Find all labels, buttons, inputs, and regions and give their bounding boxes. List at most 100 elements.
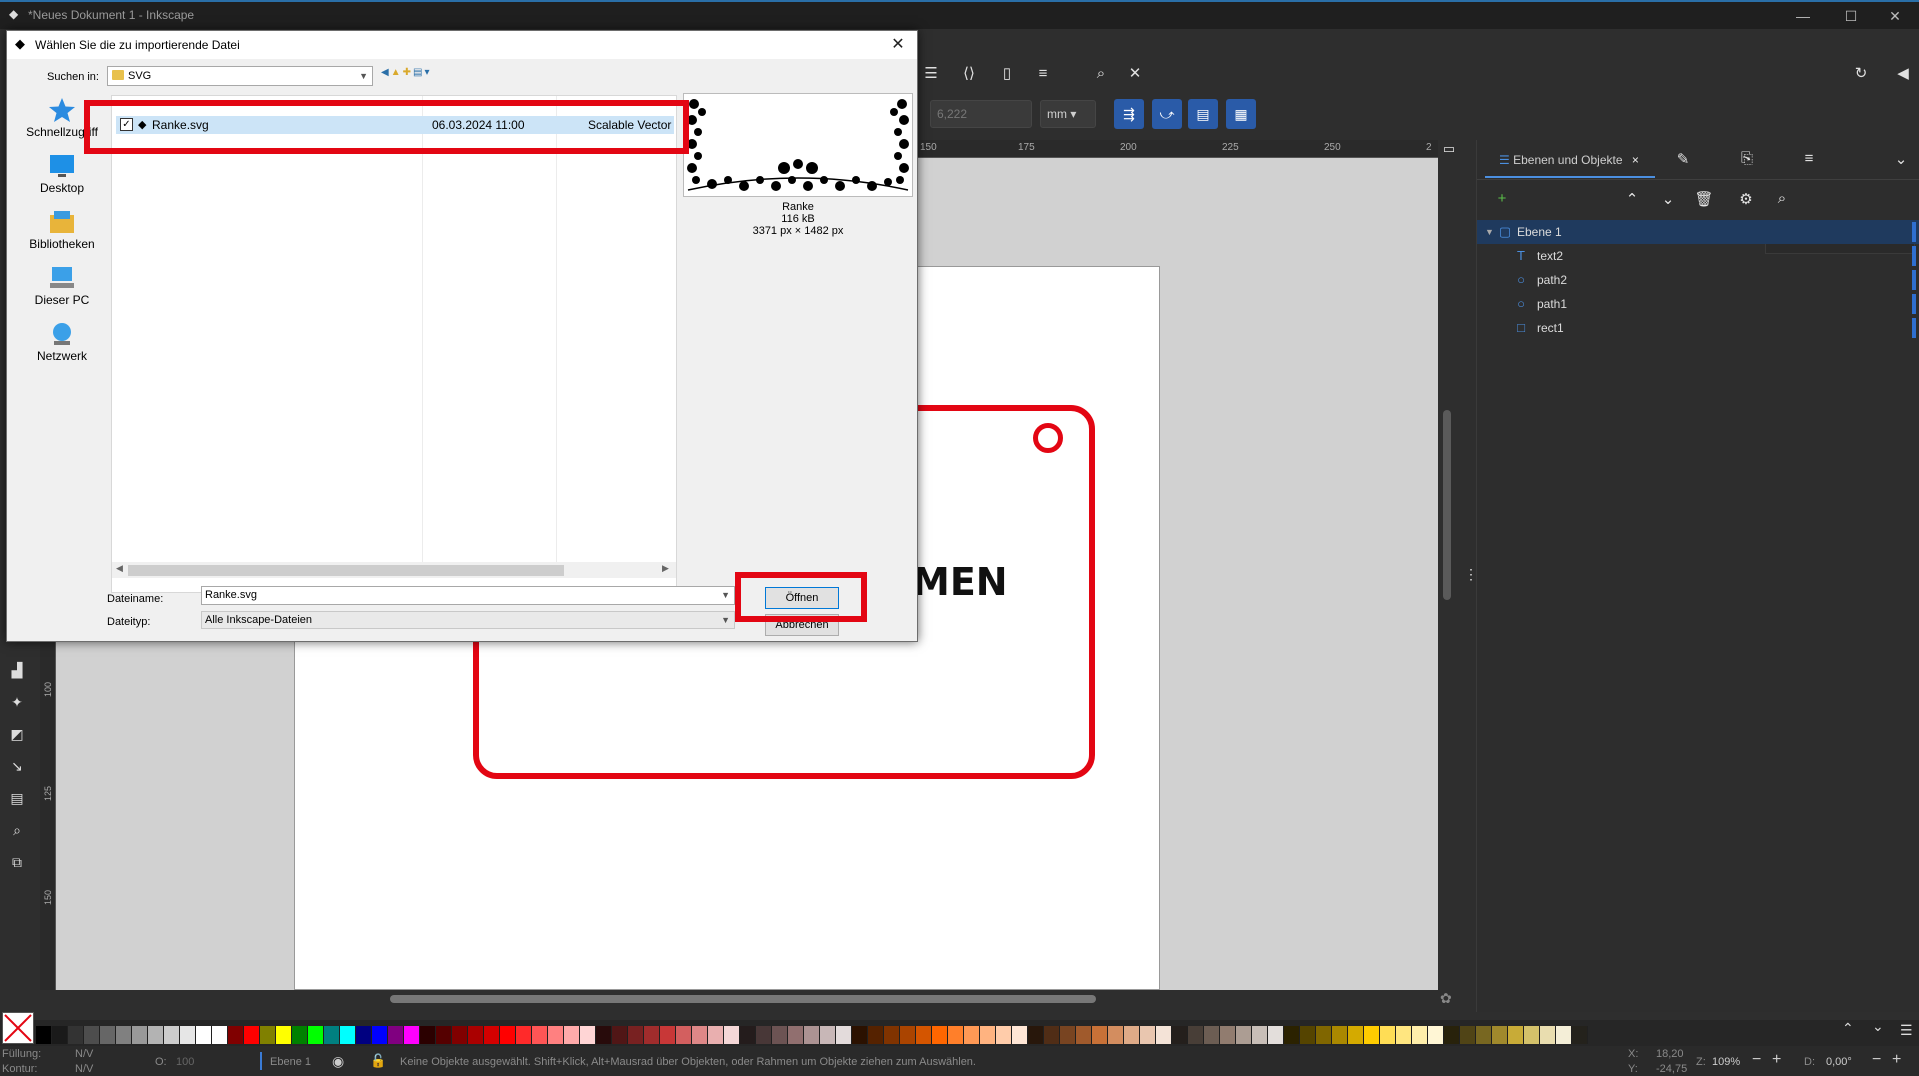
rotation-value[interactable]: 0,00° xyxy=(1826,1056,1852,1068)
visibility-eye-icon[interactable]: ◉ xyxy=(332,1053,344,1070)
current-layer[interactable]: Ebene 1 xyxy=(270,1056,311,1068)
object-row-rect1[interactable]: □ rect1 xyxy=(1477,316,1919,340)
scroll-right-icon[interactable]: ▶ xyxy=(662,563,669,574)
color-swatch[interactable] xyxy=(1492,1026,1508,1044)
color-swatch[interactable] xyxy=(1396,1026,1412,1044)
no-paint-swatch[interactable] xyxy=(2,1012,34,1044)
color-swatch[interactable] xyxy=(324,1026,340,1044)
color-swatch[interactable] xyxy=(884,1026,900,1044)
color-swatch[interactable] xyxy=(1028,1026,1044,1044)
color-swatch[interactable] xyxy=(756,1026,772,1044)
object-row-text2[interactable]: T text2 xyxy=(1477,244,1919,268)
zoom-out-icon[interactable]: − xyxy=(1752,1051,1761,1069)
color-swatch[interactable] xyxy=(788,1026,804,1044)
color-swatch[interactable] xyxy=(1204,1026,1220,1044)
color-swatch[interactable] xyxy=(340,1026,356,1044)
fill-stroke-tab-icon[interactable]: ✎ xyxy=(1671,150,1695,172)
color-swatch[interactable] xyxy=(1556,1026,1572,1044)
new-folder-icon[interactable]: ✚ xyxy=(403,67,413,78)
visibility-bar[interactable] xyxy=(1912,270,1916,290)
color-swatch[interactable] xyxy=(100,1026,116,1044)
color-swatch[interactable] xyxy=(1044,1026,1060,1044)
look-in-select[interactable]: SVG ▼ xyxy=(107,66,373,86)
up-folder-icon[interactable]: ▲ xyxy=(391,67,403,78)
connector-icon[interactable]: ↘ xyxy=(6,758,28,780)
color-swatch[interactable] xyxy=(1252,1026,1268,1044)
preferences-icon[interactable]: ✕ xyxy=(1122,61,1148,87)
color-swatch[interactable] xyxy=(1156,1026,1172,1044)
fill-bucket-icon[interactable]: ▟ xyxy=(6,662,28,684)
color-swatch[interactable] xyxy=(676,1026,692,1044)
color-swatch[interactable] xyxy=(228,1026,244,1044)
display-mode-icon[interactable]: ▭ xyxy=(1438,138,1460,160)
color-swatch[interactable] xyxy=(516,1026,532,1044)
opacity-value[interactable]: 100 xyxy=(176,1056,194,1068)
color-swatch[interactable] xyxy=(964,1026,980,1044)
color-swatch[interactable] xyxy=(708,1026,724,1044)
settings-gear-icon[interactable]: ⚙ xyxy=(1735,190,1757,212)
object-row-path1[interactable]: ○ path1 xyxy=(1477,292,1919,316)
place-network[interactable]: Netzwerk xyxy=(13,321,111,375)
canvas-horizontal-scrollbar[interactable] xyxy=(390,995,1096,1003)
color-swatch[interactable] xyxy=(132,1026,148,1044)
filename-input[interactable]: Ranke.svg ▼ xyxy=(201,586,735,605)
zoom-value[interactable]: 109% xyxy=(1712,1056,1740,1068)
color-swatch[interactable] xyxy=(388,1026,404,1044)
move-down-icon[interactable]: ⌄ xyxy=(1657,190,1679,212)
color-swatch[interactable] xyxy=(436,1026,452,1044)
rotate-ccw-icon[interactable]: − xyxy=(1872,1051,1881,1069)
palette-menu-icon[interactable]: ☰ xyxy=(1900,1022,1913,1039)
color-swatch[interactable] xyxy=(724,1026,740,1044)
close-window-button[interactable]: ✕ xyxy=(1880,6,1910,26)
color-swatch[interactable] xyxy=(1460,1026,1476,1044)
color-swatch[interactable] xyxy=(804,1026,820,1044)
color-swatch[interactable] xyxy=(1412,1026,1428,1044)
text2-object[interactable]: MEN xyxy=(912,560,1008,604)
color-swatch[interactable] xyxy=(1140,1026,1156,1044)
visibility-bar[interactable] xyxy=(1912,318,1916,338)
lock-icon[interactable]: 🔓 xyxy=(370,1053,386,1069)
color-swatch[interactable] xyxy=(68,1026,84,1044)
export-tab-icon[interactable]: ⎘ xyxy=(1735,150,1759,172)
unit-select[interactable]: mm ▾ xyxy=(1040,100,1096,128)
color-swatch[interactable] xyxy=(116,1026,132,1044)
color-swatch[interactable] xyxy=(580,1026,596,1044)
layer-row-ebene1[interactable]: ▼ ▢ Ebene 1 xyxy=(1477,220,1919,244)
filetype-select[interactable]: Alle Inkscape-Dateien ▼ xyxy=(201,611,735,629)
color-swatch[interactable] xyxy=(180,1026,196,1044)
color-swatch[interactable] xyxy=(1508,1026,1524,1044)
color-swatch[interactable] xyxy=(1076,1026,1092,1044)
place-this-pc[interactable]: Dieser PC xyxy=(13,265,111,319)
color-swatch[interactable] xyxy=(1572,1026,1588,1044)
color-swatch[interactable] xyxy=(1220,1026,1236,1044)
zoom-icon[interactable]: ⌕ xyxy=(6,822,28,844)
add-layer-icon[interactable]: + xyxy=(1491,190,1513,212)
color-swatch[interactable] xyxy=(1284,1026,1300,1044)
color-swatch[interactable] xyxy=(1476,1026,1492,1044)
color-swatch[interactable] xyxy=(196,1026,212,1044)
color-swatch[interactable] xyxy=(1428,1026,1444,1044)
color-swatch[interactable] xyxy=(900,1026,916,1044)
transform-corners-button[interactable]: ⤻ xyxy=(1152,99,1182,129)
color-swatch[interactable] xyxy=(148,1026,164,1044)
close-tab-icon[interactable]: × xyxy=(1632,153,1639,167)
palette-down-icon[interactable]: ⌄ xyxy=(1872,1018,1884,1035)
color-swatch[interactable] xyxy=(212,1026,228,1044)
spray-icon[interactable]: ✦ xyxy=(6,694,28,716)
find-icon[interactable]: ⌕ xyxy=(1088,61,1114,87)
color-swatch[interactable] xyxy=(1188,1026,1204,1044)
color-swatch[interactable] xyxy=(1108,1026,1124,1044)
color-swatch[interactable] xyxy=(660,1026,676,1044)
pages-icon[interactable]: ▤ xyxy=(6,790,28,812)
file-list-scrollbar[interactable]: ◀ ▶ xyxy=(112,562,676,578)
color-swatch[interactable] xyxy=(36,1026,52,1044)
color-swatch[interactable] xyxy=(836,1026,852,1044)
color-swatch[interactable] xyxy=(1540,1026,1556,1044)
color-swatch[interactable] xyxy=(292,1026,308,1044)
width-field[interactable]: 6,222 xyxy=(930,100,1032,128)
color-swatch[interactable] xyxy=(484,1026,500,1044)
color-swatch[interactable] xyxy=(868,1026,884,1044)
color-swatch[interactable] xyxy=(772,1026,788,1044)
color-swatch[interactable] xyxy=(548,1026,564,1044)
move-up-icon[interactable]: ⌃ xyxy=(1621,190,1643,212)
